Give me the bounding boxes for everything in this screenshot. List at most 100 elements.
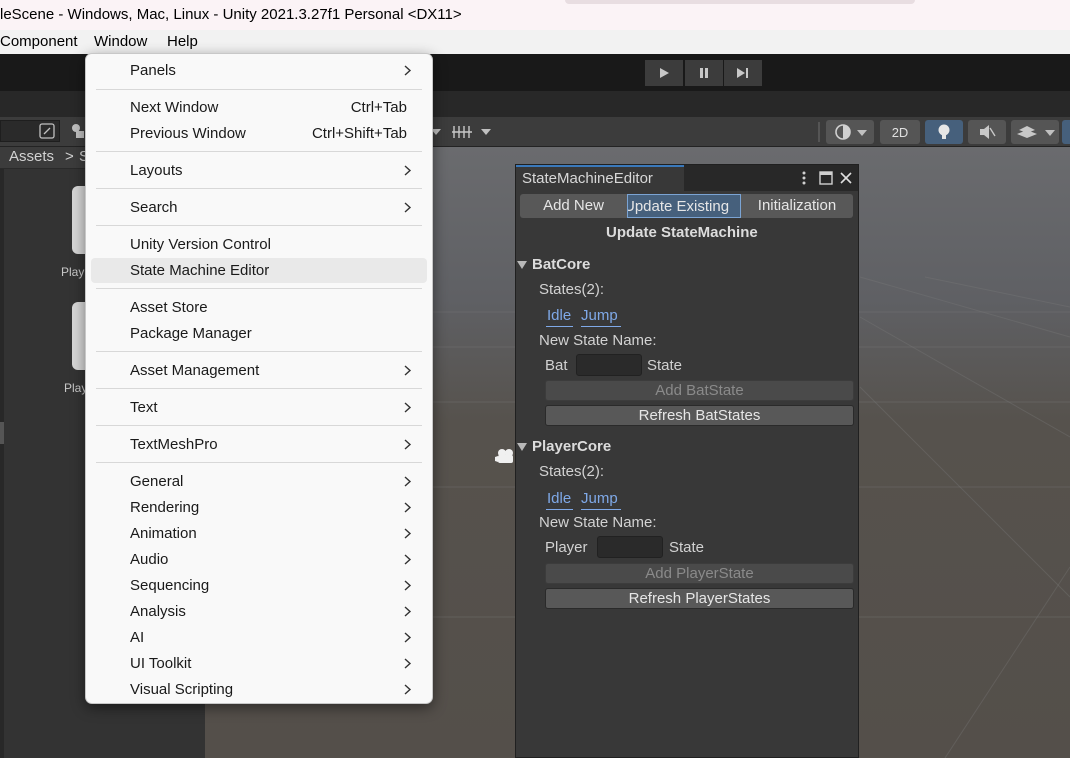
grid-snap-button[interactable] <box>450 121 498 143</box>
add-playerstate-button[interactable]: Add PlayerState <box>545 563 854 584</box>
menu-item-package-manager[interactable]: Package Manager <box>91 321 427 346</box>
tab-update-existing[interactable]: Update Existing <box>627 194 741 218</box>
foldout-arrow-icon[interactable] <box>517 261 527 269</box>
window-dropdown-menu: Panels Next Window Ctrl+Tab Previous Wind… <box>85 53 433 704</box>
toggle-2d-button[interactable]: 2D <box>880 120 920 144</box>
scene-audio-button[interactable] <box>968 120 1006 144</box>
maximize-icon[interactable] <box>819 171 833 185</box>
menu-item-textmeshpro[interactable]: TextMeshPro <box>91 432 427 457</box>
foldout-arrow-icon[interactable] <box>517 443 527 451</box>
menu-window[interactable]: Window <box>94 33 147 50</box>
menu-item-previous-window[interactable]: Previous Window Ctrl+Shift+Tab <box>91 121 427 146</box>
refresh-batstates-button[interactable]: Refresh BatStates <box>545 405 854 426</box>
menu-item-layouts[interactable]: Layouts <box>91 158 427 183</box>
submenu-arrow-icon <box>404 65 412 76</box>
menu-item-next-window[interactable]: Next Window Ctrl+Tab <box>91 95 427 120</box>
submenu-arrow-icon <box>404 684 412 695</box>
scene-effects-button[interactable] <box>1011 120 1059 144</box>
menu-item-analysis[interactable]: Analysis <box>91 599 427 624</box>
menu-item-audio[interactable]: Audio <box>91 547 427 572</box>
submenu-arrow-icon <box>404 202 412 213</box>
window-header: StateMachineEditor <box>516 165 858 191</box>
tab-add-new[interactable]: Add New <box>520 194 627 218</box>
more-options-icon[interactable] <box>801 170 807 186</box>
menu-separator <box>96 188 422 189</box>
asset-label: Play <box>64 381 88 395</box>
playercore-state-idle[interactable]: Idle <box>547 490 571 507</box>
playercore-state-name-input[interactable] <box>597 536 663 558</box>
submenu-arrow-icon <box>404 402 412 413</box>
menu-item-asset-store[interactable]: Asset Store <box>91 295 427 320</box>
section-heading: Update StateMachine <box>606 224 758 241</box>
batcore-states-label: States(2): <box>539 281 605 298</box>
menu-separator <box>96 225 422 226</box>
menu-bar: Component Window Help <box>0 30 1070 54</box>
batcore-state-idle[interactable]: Idle <box>547 307 571 324</box>
pause-button[interactable] <box>685 60 723 86</box>
menu-item-rendering[interactable]: Rendering <box>91 495 427 520</box>
add-batstate-button[interactable]: Add BatState <box>545 380 854 401</box>
toolbar-divider <box>818 122 820 142</box>
menu-separator <box>96 388 422 389</box>
menu-item-visual-scripting[interactable]: Visual Scripting <box>91 677 427 702</box>
menu-separator <box>96 462 422 463</box>
submenu-arrow-icon <box>404 439 412 450</box>
pause-icon <box>700 68 708 78</box>
scene-lighting-button[interactable] <box>925 120 963 144</box>
menu-item-state-machine-editor[interactable]: State Machine Editor <box>91 258 427 283</box>
batcore-suffix-label: State <box>647 357 683 374</box>
link-underline <box>581 326 621 327</box>
play-button[interactable] <box>645 60 683 86</box>
menu-item-ai[interactable]: AI <box>91 625 427 650</box>
batcore-state-jump[interactable]: Jump <box>581 307 618 324</box>
audio-mute-icon <box>980 125 996 139</box>
menu-separator <box>96 89 422 90</box>
menu-item-search[interactable]: Search <box>91 195 427 220</box>
window-title: leScene - Windows, Mac, Linux - Unity 20… <box>0 6 462 23</box>
layers-effects-icon <box>1017 126 1055 138</box>
menu-item-asset-management[interactable]: Asset Management <box>91 358 427 383</box>
menu-separator <box>96 151 422 152</box>
playercore-foldout[interactable]: PlayerCore <box>532 438 611 455</box>
menu-item-ui-toolkit[interactable]: UI Toolkit <box>91 651 427 676</box>
editor-tab[interactable]: StateMachineEditor <box>516 165 684 191</box>
playercore-state-jump[interactable]: Jump <box>581 490 618 507</box>
refresh-playerstates-button[interactable]: Refresh PlayerStates <box>545 588 854 609</box>
batcore-foldout[interactable]: BatCore <box>532 256 590 273</box>
gizmos-button[interactable] <box>1062 120 1070 144</box>
menu-item-animation[interactable]: Animation <box>91 521 427 546</box>
lightbulb-icon <box>938 124 950 139</box>
step-button[interactable] <box>724 60 762 86</box>
state-machine-editor-window: StateMachineEditor <box>515 164 859 758</box>
camera-gizmo-icon[interactable] <box>495 447 517 465</box>
close-icon[interactable] <box>839 171 853 185</box>
playercore-states-label: States(2): <box>539 463 605 480</box>
batcore-state-name-input[interactable] <box>576 354 642 376</box>
submenu-arrow-icon <box>404 476 412 487</box>
menu-item-sequencing[interactable]: Sequencing <box>91 573 427 598</box>
window-title-bar: leScene - Windows, Mac, Linux - Unity 20… <box>0 0 1070 30</box>
menu-component[interactable]: Component <box>0 33 78 50</box>
playercore-suffix-label: State <box>669 539 705 556</box>
submenu-arrow-icon <box>404 606 412 617</box>
submenu-arrow-icon <box>404 580 412 591</box>
project-sidebar <box>0 169 4 758</box>
playercore-prefix-label: Player <box>545 539 588 556</box>
menu-item-unity-version-control[interactable]: Unity Version Control <box>91 232 427 257</box>
menu-item-panels[interactable]: Panels <box>91 58 427 83</box>
link-underline <box>546 509 573 510</box>
menu-item-text[interactable]: Text <box>91 395 427 420</box>
submenu-arrow-icon <box>404 632 412 643</box>
breadcrumb-assets[interactable]: Assets <box>9 148 54 165</box>
menu-help[interactable]: Help <box>167 33 198 50</box>
submenu-arrow-icon <box>404 365 412 376</box>
submenu-arrow-icon <box>404 528 412 539</box>
sidebar-scroll-thumb[interactable] <box>0 422 4 444</box>
tab-initialization[interactable]: Initialization <box>741 194 853 218</box>
draw-mode-button[interactable] <box>826 120 874 144</box>
breadcrumb-separator: > <box>65 148 74 165</box>
menu-item-general[interactable]: General <box>91 469 427 494</box>
playercore-new-state-label: New State Name: <box>539 514 657 531</box>
submenu-arrow-icon <box>404 658 412 669</box>
lock-search-icon[interactable] <box>38 122 56 140</box>
